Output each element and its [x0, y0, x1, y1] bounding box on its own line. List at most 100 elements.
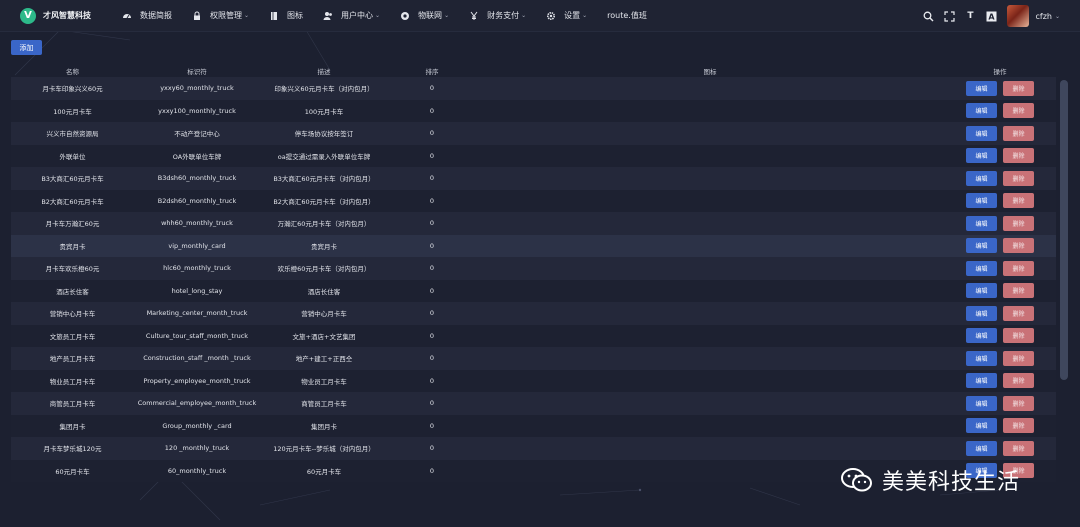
nav-item-iot[interactable]: 物联网 ⌄: [400, 0, 449, 32]
edit-button[interactable]: 编辑: [966, 305, 997, 321]
add-button[interactable]: 添加: [11, 40, 42, 55]
scrollbar[interactable]: [1060, 80, 1068, 380]
cell-name: 月卡车万瀚汇60元: [45, 220, 100, 229]
edit-button[interactable]: 编辑: [966, 215, 997, 231]
delete-button[interactable]: 删除: [1003, 170, 1034, 186]
gear-icon: [546, 11, 556, 21]
delete-button[interactable]: 删除: [1003, 125, 1034, 141]
nav-item-dashboard[interactable]: 数据简报: [122, 0, 172, 32]
cell-actions: 编辑 删除: [944, 373, 1056, 389]
chevron-down-icon[interactable]: ⌄: [1055, 13, 1060, 20]
cell-sort: 0: [429, 444, 435, 453]
delete-button[interactable]: 删除: [1003, 238, 1034, 254]
wechat-watermark: 美美科技生活: [840, 464, 1020, 496]
edit-button[interactable]: 编辑: [966, 283, 997, 299]
cell-identifier: yxxy60_monthly_truck: [160, 84, 234, 93]
cell-name: 贵宾月卡: [59, 242, 86, 251]
table-row: B2大商汇60元月卡车 B2dsh60_monthly_truck B2大商汇60元…: [11, 189, 1056, 212]
cell-sort: 0: [429, 399, 435, 408]
cell-sort: 0: [429, 151, 435, 160]
table-row: B3大商汇60元月卡车 B3dsh60_monthly_truck B3大商汇60元…: [11, 167, 1056, 190]
cell-name: 外联单位: [59, 152, 86, 161]
delete-button[interactable]: 删除: [1003, 193, 1034, 209]
delete-button[interactable]: 删除: [1003, 283, 1034, 299]
delete-button[interactable]: 删除: [1003, 395, 1034, 411]
delete-button[interactable]: 删除: [1003, 418, 1034, 434]
edit-button[interactable]: 编辑: [966, 103, 997, 119]
cell-name: 月卡车印象兴义60元: [42, 85, 103, 94]
cell-name: 商管员工月卡车: [49, 400, 96, 409]
top-navbar: V 才风智慧科技 数据简报 权限管理 ⌄ 图标 用户中心 ⌄ 物联网 ⌄ 财务支…: [0, 0, 1080, 32]
edit-button[interactable]: 编辑: [966, 260, 997, 276]
brand-badge: V: [20, 7, 36, 24]
cell-description: B2大商汇60元月卡车（对内包月）: [273, 197, 375, 206]
cell-sort: 0: [429, 286, 435, 295]
table-row: 兴义市自然资源局 不动产登记中心 停车场协议按年签订 0 编辑 删除: [11, 122, 1056, 145]
nav-label: 权限管理: [210, 11, 242, 20]
edit-button[interactable]: 编辑: [966, 238, 997, 254]
edit-button[interactable]: 编辑: [966, 80, 997, 96]
delete-button[interactable]: 删除: [1003, 215, 1034, 231]
cell-identifier: hotel_long_stay: [171, 286, 223, 295]
cell-description: 100元月卡车: [304, 107, 344, 116]
cell-actions: 编辑 删除: [944, 103, 1056, 119]
avatar[interactable]: [1007, 5, 1030, 27]
edit-button[interactable]: 编辑: [966, 418, 997, 434]
cell-description: B3大商汇60元月卡车（对内包月）: [273, 175, 375, 184]
delete-button[interactable]: 删除: [1003, 440, 1034, 456]
edit-button[interactable]: 编辑: [966, 395, 997, 411]
cell-description: 集团月卡: [311, 422, 337, 431]
fullscreen-icon[interactable]: [943, 10, 955, 22]
nav-label: 数据简报: [140, 11, 172, 20]
delete-button[interactable]: 删除: [1003, 305, 1034, 321]
delete-button[interactable]: 删除: [1003, 373, 1034, 389]
cell-identifier: whh60_monthly_truck: [161, 219, 233, 228]
edit-button[interactable]: 编辑: [966, 148, 997, 164]
cell-actions: 编辑 删除: [944, 80, 1056, 96]
column-header-sort: 排序: [425, 67, 439, 76]
username[interactable]: cfzh: [1035, 12, 1051, 21]
translate-icon[interactable]: A: [985, 10, 997, 22]
search-icon[interactable]: [922, 10, 934, 22]
cell-name: B2大商汇60元月卡车: [41, 197, 104, 206]
edit-button[interactable]: 编辑: [966, 328, 997, 344]
delete-button[interactable]: 删除: [1003, 80, 1034, 96]
delete-button[interactable]: 删除: [1003, 328, 1034, 344]
cell-identifier: 120 _monthly_truck: [164, 444, 230, 453]
nav-item-finance[interactable]: 财务支付 ⌄: [469, 0, 526, 32]
delete-button[interactable]: 删除: [1003, 350, 1034, 366]
nav-label: 用户中心: [341, 11, 374, 20]
dashboard-icon: [122, 11, 132, 21]
cell-sort: 0: [429, 421, 435, 430]
edit-button[interactable]: 编辑: [966, 440, 997, 456]
nav-item-user-center[interactable]: 用户中心 ⌄: [323, 0, 380, 32]
cell-actions: 编辑 删除: [944, 215, 1056, 231]
cell-sort: 0: [429, 196, 435, 205]
cell-actions: 编辑 删除: [944, 440, 1056, 456]
delete-button[interactable]: 删除: [1003, 260, 1034, 276]
cell-sort: 0: [429, 241, 435, 250]
cell-identifier: Construction_staff _month _truck: [143, 354, 251, 363]
delete-button[interactable]: 删除: [1003, 148, 1034, 164]
edit-button[interactable]: 编辑: [966, 170, 997, 186]
nav-item-permissions[interactable]: 权限管理 ⌄: [192, 0, 249, 32]
font-size-icon[interactable]: T: [964, 10, 976, 22]
delete-button[interactable]: 删除: [1003, 103, 1034, 119]
cell-identifier: Commercial_employee_month_truck: [137, 399, 257, 408]
table-row: 文旅员工月卡车 Culture_tour_staff_month_truck 文旅+…: [11, 324, 1056, 347]
edit-button[interactable]: 编辑: [966, 125, 997, 141]
nav-label: 图标: [287, 11, 304, 20]
cell-identifier: Group_monthly _card: [162, 421, 232, 430]
edit-button[interactable]: 编辑: [966, 373, 997, 389]
edit-button[interactable]: 编辑: [966, 193, 997, 209]
nav-item-settings[interactable]: 设置 ⌄: [546, 0, 587, 32]
nav-item-duty-route[interactable]: route.值班: [607, 0, 647, 32]
edit-button[interactable]: 编辑: [966, 350, 997, 366]
nav-item-icons[interactable]: 图标: [269, 0, 303, 32]
brand-logo[interactable]: V 才风智慧科技: [20, 7, 122, 24]
table-header: 名称 标识符 描述 排序 图标 操作: [11, 64, 1056, 77]
cell-description: 万瀚汇60元月卡车（对内包月）: [277, 220, 371, 229]
table-row: 月卡车梦乐城120元 120 _monthly_truck 120元月卡车--梦乐城…: [11, 437, 1056, 460]
cell-description: 酒店长住客: [307, 287, 341, 296]
column-header-name: 名称: [66, 67, 79, 76]
